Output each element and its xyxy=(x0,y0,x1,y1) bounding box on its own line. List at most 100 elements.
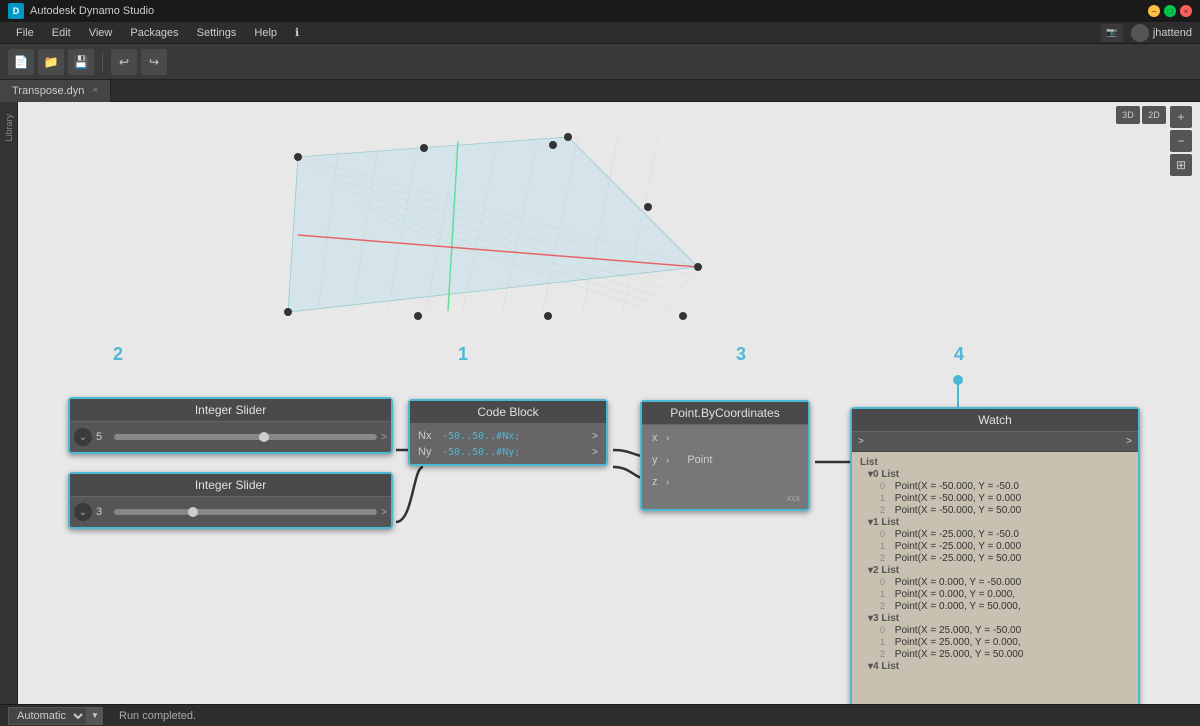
save-button[interactable]: 💾 xyxy=(68,49,94,75)
titlebar: D Autodesk Dynamo Studio − □ × xyxy=(0,0,1200,22)
watch-value-0-0: Point(X = -50.000, Y = -50.0 xyxy=(895,481,1019,492)
watch-index-1-2: 2 xyxy=(880,553,890,563)
watch-input-row: > > xyxy=(852,432,1138,452)
integer-slider-1-title: Integer Slider xyxy=(195,403,266,417)
code-block-title: Code Block xyxy=(477,405,538,419)
code-label-ny: Ny xyxy=(418,446,438,458)
tab-close-button[interactable]: × xyxy=(92,85,98,96)
watch-item-0-1: 1 Point(X = -50.000, Y = 0.000 xyxy=(880,493,1130,504)
canvas[interactable]: 2 1 3 4 Integer Slider ⌄ 5 > xyxy=(18,102,1200,704)
menu-edit[interactable]: Edit xyxy=(44,25,79,41)
point-header: Point.ByCoordinates xyxy=(642,402,808,425)
menu-view[interactable]: View xyxy=(81,25,121,41)
integer-slider-1-header: Integer Slider xyxy=(70,399,391,422)
titlebar-left: D Autodesk Dynamo Studio xyxy=(8,3,154,19)
integer-slider-2-node: Integer Slider ⌄ 3 > xyxy=(68,472,393,529)
code-value-ny: -50..50..#Ny; xyxy=(442,447,520,458)
watch-item-1-2: 2 Point(X = -25.000, Y = 50.00 xyxy=(880,553,1130,564)
menu-packages[interactable]: Packages xyxy=(122,25,186,41)
info-icon[interactable]: ℹ xyxy=(287,24,307,41)
code-port-nx[interactable]: > xyxy=(592,431,598,442)
fit-view-button[interactable]: ⊞ xyxy=(1170,154,1192,176)
watch-list-item-3: ▾2 List xyxy=(868,565,1130,576)
slider-1-track[interactable] xyxy=(114,434,377,440)
watch-value-1-2: Point(X = -25.000, Y = 50.00 xyxy=(895,553,1021,564)
point-inputs: x › y › z › xyxy=(646,429,675,491)
slider-2-track[interactable] xyxy=(114,509,377,515)
redo-button[interactable]: ↪ xyxy=(141,49,167,75)
integer-slider-1-node: Integer Slider ⌄ 5 > xyxy=(68,397,393,454)
watch-value-3-1: Point(X = 25.000, Y = 0.000, xyxy=(895,637,1021,648)
watch-index-3-0: 0 xyxy=(880,625,890,635)
integer-slider-1-body: ⌄ 5 > xyxy=(70,422,391,452)
node-number-3: 3 xyxy=(736,344,746,365)
run-mode-dropdown[interactable]: ▼ xyxy=(87,707,103,725)
2d-view-toggle[interactable]: 2D xyxy=(1142,106,1166,124)
watch-index-2-0: 0 xyxy=(880,577,890,587)
new-file-button[interactable]: 📄 xyxy=(8,49,34,75)
watch-item-2-0: 0 Point(X = 0.000, Y = -50.000 xyxy=(880,577,1130,588)
watch-list-item-5: ▾4 List xyxy=(868,661,1130,672)
watch-input-port[interactable]: > xyxy=(858,436,864,447)
maximize-button[interactable]: □ xyxy=(1164,5,1176,17)
watch-value-3-2: Point(X = 25.000, Y = 50.000 xyxy=(895,649,1024,660)
code-value-nx: -50..50..#Nx; xyxy=(442,431,520,442)
code-block-body: Nx -50..50..#Nx; > Ny -50..50..#Ny; > xyxy=(410,424,606,464)
watch-index-0-2: 2 xyxy=(880,505,890,515)
run-mode-select[interactable]: Automatic xyxy=(8,707,87,725)
integer-slider-1-row: ⌄ 5 > xyxy=(74,428,387,446)
point-x-port[interactable]: › xyxy=(666,433,669,444)
active-tab[interactable]: Transpose.dyn × xyxy=(0,80,111,102)
code-block-row-2: Ny -50..50..#Ny; > xyxy=(414,444,602,460)
code-block-row-1: Nx -50..50..#Nx; > xyxy=(414,428,602,444)
menu-file[interactable]: File xyxy=(8,25,42,41)
watch-group-4-label: ▾4 List xyxy=(868,661,899,672)
node-number-4: 4 xyxy=(954,344,964,365)
watch-value-0-1: Point(X = -50.000, Y = 0.000 xyxy=(895,493,1021,504)
undo-button[interactable]: ↩ xyxy=(111,49,137,75)
zoom-in-button[interactable]: + xyxy=(1170,106,1192,128)
watch-item-2-2: 2 Point(X = 0.000, Y = 50.000, xyxy=(880,601,1130,612)
code-port-ny[interactable]: > xyxy=(592,447,598,458)
node-number-2: 2 xyxy=(113,344,123,365)
close-button[interactable]: × xyxy=(1180,5,1192,17)
watch-output-port[interactable]: > xyxy=(1126,436,1132,447)
watch-value-0-2: Point(X = -50.000, Y = 50.00 xyxy=(895,505,1021,516)
slider-1-expand-btn[interactable]: ⌄ xyxy=(74,428,92,446)
zoom-out-button[interactable]: − xyxy=(1170,130,1192,152)
watch-index-2-1: 1 xyxy=(880,589,890,599)
point-y-label: y xyxy=(652,454,662,466)
watch-group-2-label: ▾2 List xyxy=(868,565,899,576)
slider-1-thumb[interactable] xyxy=(259,432,269,442)
watch-index-0-1: 1 xyxy=(880,493,890,503)
menubar: File Edit View Packages Settings Help ℹ … xyxy=(0,22,1200,44)
integer-slider-2-title: Integer Slider xyxy=(195,478,266,492)
username-label: jhattend xyxy=(1153,27,1192,39)
point-io-section: x › y › z › Point xyxy=(646,429,804,491)
slider-1-output-port[interactable]: > xyxy=(381,432,387,443)
watch-value-1-0: Point(X = -25.000, Y = -50.0 xyxy=(895,529,1019,540)
watch-header: Watch xyxy=(852,409,1138,432)
watch-index-2-2: 2 xyxy=(880,601,890,611)
camera-icon-btn[interactable]: 📷 xyxy=(1101,24,1123,42)
menu-help[interactable]: Help xyxy=(246,25,285,41)
point-z-port[interactable]: › xyxy=(666,477,669,488)
point-y-row: y › xyxy=(646,451,675,469)
toolbar: 📄 📁 💾 ↩ ↪ xyxy=(0,44,1200,80)
point-title: Point.ByCoordinates xyxy=(670,406,779,420)
integer-slider-2-row: ⌄ 3 > xyxy=(74,503,387,521)
watch-list-item-4: ▾3 List xyxy=(868,613,1130,624)
point-y-port[interactable]: › xyxy=(666,455,669,466)
slider-2-expand-btn[interactable]: ⌄ xyxy=(74,503,92,521)
slider-2-thumb[interactable] xyxy=(188,507,198,517)
menubar-right: 📷 jhattend xyxy=(1101,24,1192,42)
menu-settings[interactable]: Settings xyxy=(189,25,245,41)
slider-2-output-port[interactable]: > xyxy=(381,507,387,518)
watch-item-0-2: 2 Point(X = -50.000, Y = 50.00 xyxy=(880,505,1130,516)
minimize-button[interactable]: − xyxy=(1148,5,1160,17)
open-file-button[interactable]: 📁 xyxy=(38,49,64,75)
app-logo: D xyxy=(8,3,24,19)
slider-1-value: 5 xyxy=(96,431,110,443)
node-number-1: 1 xyxy=(458,344,468,365)
3d-view-toggle[interactable]: 3D xyxy=(1116,106,1140,124)
